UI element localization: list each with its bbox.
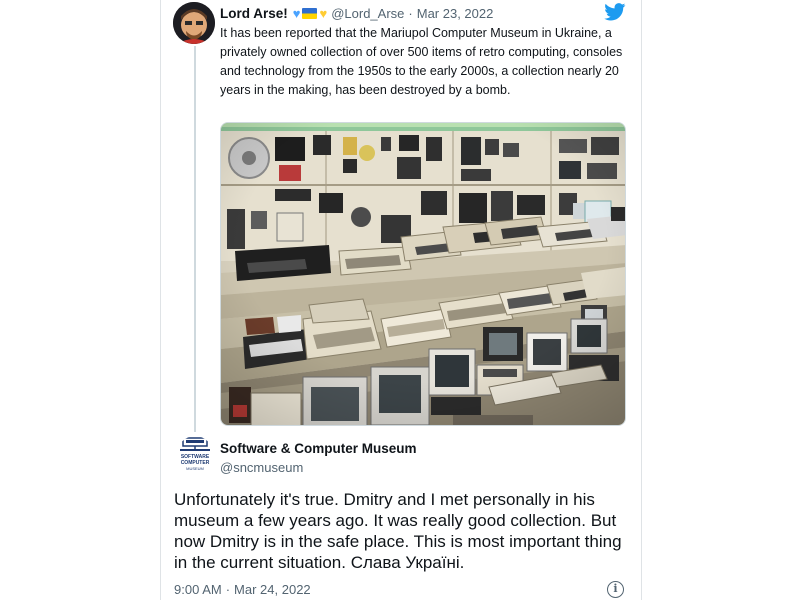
reply-body-text: Unfortunately it's true. Dmitry and I me… (174, 490, 622, 572)
author-emoji: ♥ ♥ (293, 7, 327, 20)
page: Lord Arse! ♥ ♥ @Lord_Arse · Mar 23, 2022… (0, 0, 800, 600)
reply-date[interactable]: Mar 24, 2022 (234, 582, 311, 597)
ukraine-flag-icon (302, 7, 318, 19)
reply-meta-separator: · (225, 582, 231, 597)
twitter-bird-icon[interactable] (604, 3, 626, 21)
tweet-header: Lord Arse! ♥ ♥ @Lord_Arse · Mar 23, 2022 (220, 4, 493, 22)
museum-avatar[interactable]: SOFTWARE COMPUTER MUSEUM (177, 436, 213, 472)
avatar-illustration (173, 2, 215, 44)
author-handle[interactable]: @Lord_Arse (331, 6, 404, 21)
reply-author-name[interactable]: Software & Computer Museum (220, 441, 417, 456)
header-separator: · (408, 5, 413, 21)
tweet-date[interactable]: Mar 23, 2022 (417, 6, 494, 21)
tweet-body-text: It has been reported that the Mariupol C… (220, 26, 623, 97)
info-icon[interactable]: i (607, 581, 624, 598)
author-name[interactable]: Lord Arse! (220, 6, 288, 21)
reply-author-handle[interactable]: @sncmuseum (220, 460, 303, 475)
author-avatar[interactable] (173, 2, 215, 44)
museum-photo[interactable] (220, 122, 626, 426)
yellow-heart-icon: ♥ (319, 5, 328, 21)
museum-logo-line-3: MUSEUM (186, 466, 204, 471)
museum-logo-icon: SOFTWARE COMPUTER MUSEUM (180, 437, 210, 471)
reply-timestamp[interactable]: 9:00 AM · Mar 24, 2022 (174, 582, 311, 597)
museum-photo-image (221, 123, 625, 425)
blue-heart-icon: ♥ (292, 5, 301, 21)
thread-connector-line (194, 46, 196, 432)
reply-time[interactable]: 9:00 AM (174, 582, 222, 597)
